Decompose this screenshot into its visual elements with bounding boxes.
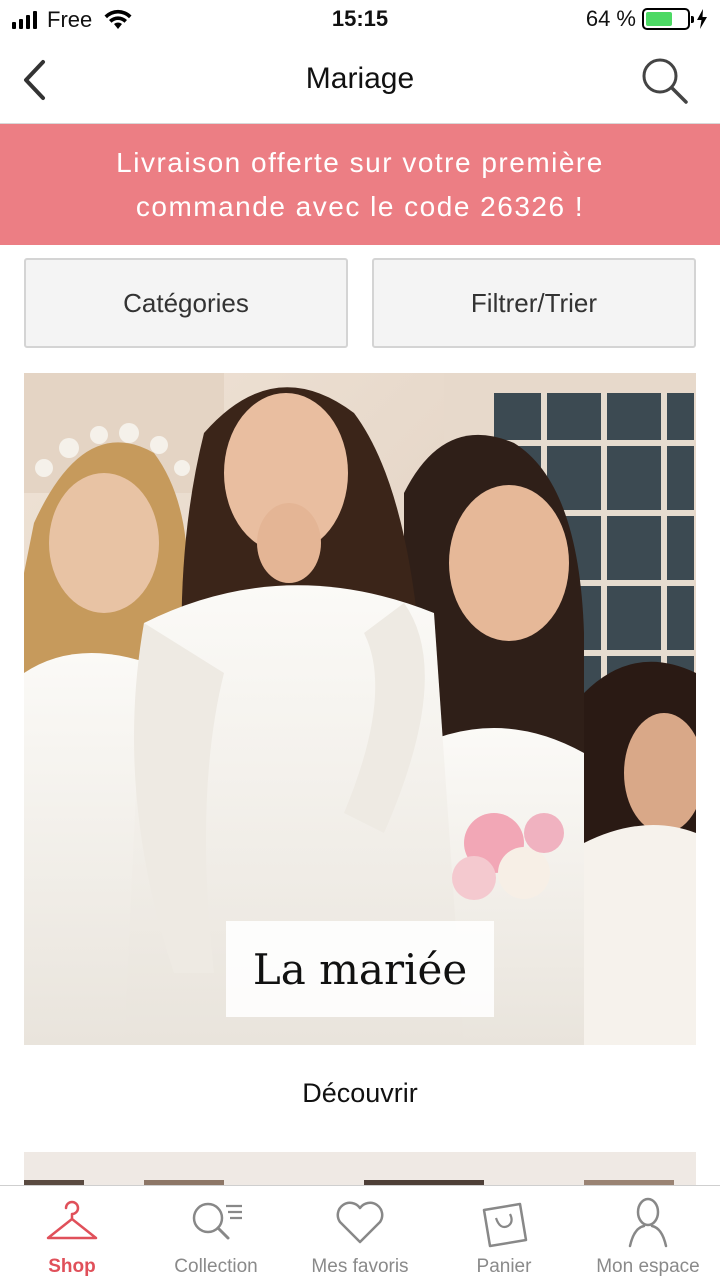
charging-bolt-icon [697, 9, 707, 29]
tab-bar: Shop Collection Mes favoris Panier Mon e… [0, 1185, 720, 1280]
battery-icon [642, 8, 694, 30]
tab-label: Collection [174, 1256, 258, 1277]
tab-account[interactable]: Mon espace [576, 1186, 720, 1280]
status-right: 64 % [586, 6, 708, 32]
tab-cart[interactable]: Panier [432, 1186, 576, 1280]
tab-label: Mon espace [596, 1256, 700, 1277]
search-icon [642, 58, 688, 104]
hanger-icon [46, 1200, 98, 1240]
tab-label: Shop [48, 1256, 96, 1277]
battery-percent: 64 % [585, 6, 636, 31]
shopping-bag-icon [482, 1202, 528, 1248]
search-button[interactable] [640, 56, 692, 108]
tab-favorites[interactable]: Mes favoris [288, 1186, 432, 1280]
collection-search-icon [192, 1202, 242, 1240]
hero-image-bride[interactable]: La mariée [24, 373, 696, 1045]
discover-link[interactable]: Découvrir [0, 1078, 720, 1109]
promo-text: Livraison offerte sur votre première com… [116, 146, 604, 222]
user-icon [628, 1197, 668, 1248]
promo-banner[interactable]: Livraison offerte sur votre première com… [0, 124, 720, 245]
status-bar: Free 15:15 64 % [0, 0, 720, 40]
categories-button[interactable]: Catégories [24, 258, 348, 348]
tab-label: Panier [476, 1256, 532, 1277]
tab-label: Mes favoris [311, 1256, 409, 1277]
battery-level [646, 12, 672, 26]
tab-collection[interactable]: Collection [144, 1186, 288, 1280]
navigation-bar: Mariage [0, 40, 720, 124]
hero-label: La mariée [226, 921, 494, 1017]
page-title: Mariage [305, 62, 415, 95]
tab-shop[interactable]: Shop [0, 1186, 144, 1280]
heart-icon [336, 1201, 384, 1244]
filter-sort-button[interactable]: Filtrer/Trier [372, 258, 696, 348]
